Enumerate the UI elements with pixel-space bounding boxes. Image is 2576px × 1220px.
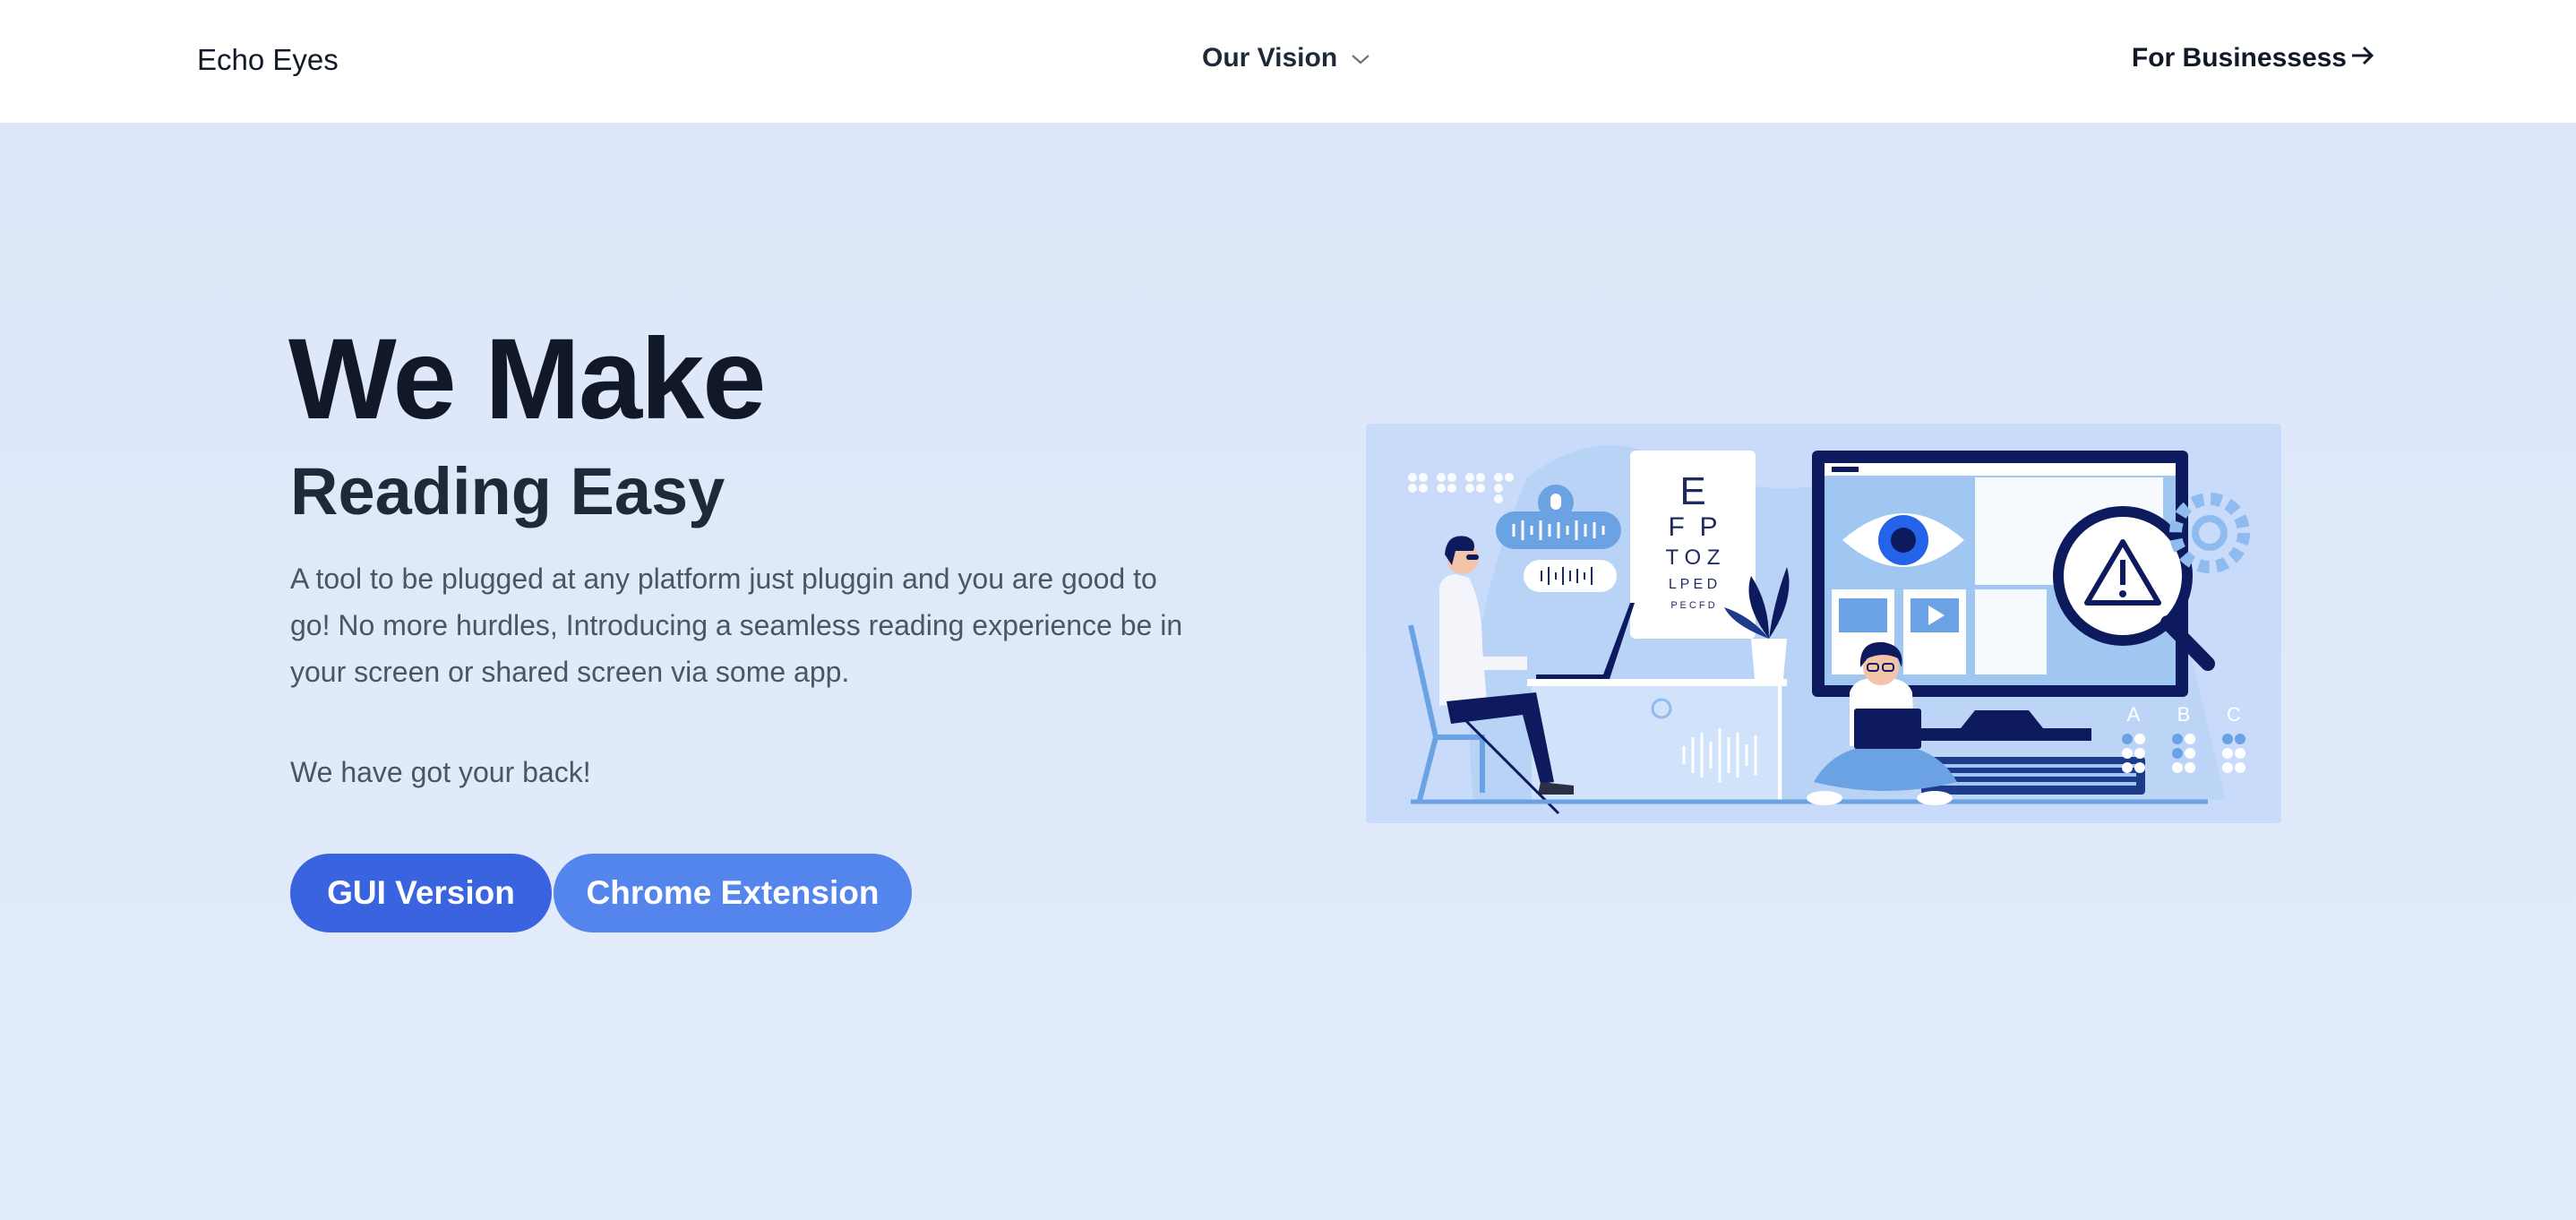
gui-version-button[interactable]: GUI Version — [290, 854, 552, 932]
brand-logo[interactable]: Echo Eyes — [197, 43, 339, 77]
braille-label-b: B — [2177, 703, 2191, 726]
hero-illustration: E F P T O Z L P E D P E C F D A B C — [1366, 424, 2281, 823]
navbar: Echo Eyes Our Vision For Businessess — [0, 0, 2576, 123]
braille-label-a: A — [2127, 703, 2141, 726]
eye-chart-line-1: E — [1679, 469, 1705, 513]
nav-our-vision-label: Our Vision — [1202, 43, 1338, 73]
hero-tagline: We have got your back! — [290, 756, 591, 788]
eye-chart-line-5: P E C F D — [1670, 600, 1714, 611]
arrow-right-icon — [2350, 43, 2375, 73]
chrome-extension-button[interactable]: Chrome Extension — [554, 854, 912, 932]
hero-subtitle: Reading Easy — [290, 454, 726, 528]
hero-description: A tool to be plugged at any platform jus… — [290, 563, 1183, 688]
eye-chart-line-4: L P E D — [1669, 577, 1717, 592]
accessibility-illustration: E F P T O Z L P E D P E C F D A B C — [1408, 445, 2250, 815]
nav-our-vision-dropdown[interactable]: Our Vision — [1202, 43, 1371, 73]
eye-chart-line-2: F P — [1668, 512, 1717, 542]
chevron-down-icon — [1350, 43, 1371, 73]
nav-for-businesses-link[interactable]: For Businessess — [2132, 43, 2375, 73]
nav-for-businesses-label: For Businessess — [2131, 43, 2347, 73]
eye-chart-line-3: T O Z — [1666, 546, 1721, 570]
hero-title: We Make — [288, 315, 766, 443]
braille-label-c: C — [2227, 703, 2241, 726]
